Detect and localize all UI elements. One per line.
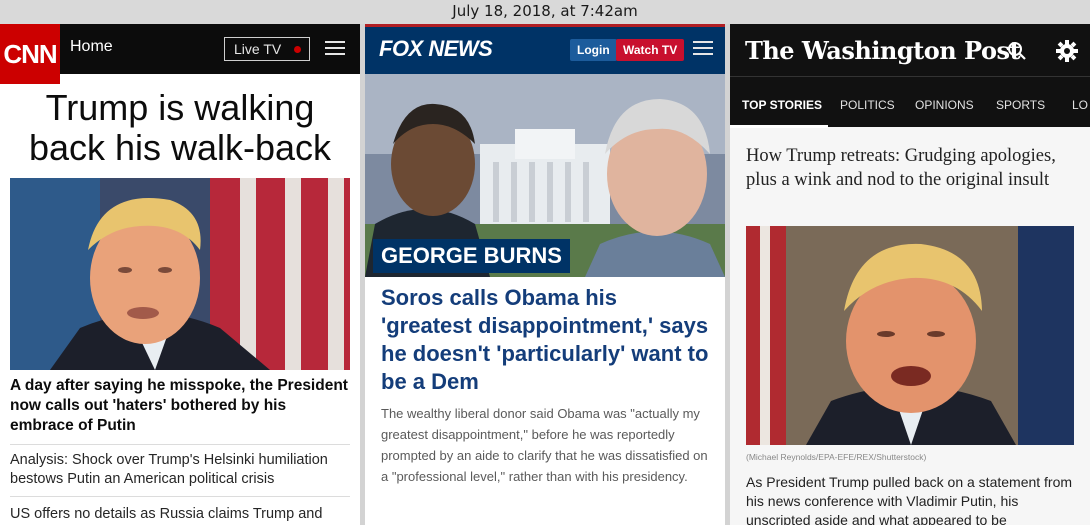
- tab-opinions[interactable]: OPINIONS: [915, 98, 974, 112]
- divider: [10, 496, 350, 497]
- wapo-story-image[interactable]: [746, 226, 1074, 445]
- fox-headline[interactable]: Soros calls Obama his 'greatest disappoi…: [381, 284, 711, 396]
- tab-top-stories[interactable]: TOP STORIES: [742, 98, 822, 112]
- screenshot-timestamp: July 18, 2018, at 7:42am: [0, 0, 1090, 24]
- photo-credit: (Michael Reynolds/EPA-EFE/REX/Shuttersto…: [746, 452, 927, 462]
- menu-icon[interactable]: [325, 41, 345, 57]
- cnn-live-tv-label: Live TV: [234, 41, 282, 57]
- cnn-live-tv-button[interactable]: Live TV: [224, 37, 310, 61]
- tab-sports[interactable]: SPORTS: [996, 98, 1045, 112]
- cnn-home-link[interactable]: Home: [70, 38, 113, 56]
- trump-photo: [10, 178, 350, 370]
- wapo-summary: As President Trump pulled back on a stat…: [746, 474, 1073, 525]
- cnn-story-image[interactable]: [10, 178, 350, 370]
- cnn-logo[interactable]: CNN: [0, 24, 60, 84]
- divider: [10, 444, 350, 445]
- fox-panel: FOX NEWS Login Watch TV GEORGE BURNS Sor…: [365, 24, 725, 525]
- wapo-section-tabs: TOP STORIES POLITICS OPINIONS SPORTS LO: [730, 76, 1090, 128]
- live-dot-icon: [294, 46, 301, 53]
- login-button[interactable]: Login: [570, 39, 617, 61]
- fox-header: FOX NEWS Login Watch TV: [365, 24, 725, 74]
- tab-politics[interactable]: POLITICS: [840, 98, 895, 112]
- cnn-main-title[interactable]: Trump is walking back his walk-back: [10, 87, 350, 169]
- menu-icon[interactable]: [693, 41, 713, 57]
- cnn-lead-headline[interactable]: A day after saying he misspoke, the Pres…: [10, 376, 350, 436]
- tab-local[interactable]: LO: [1072, 98, 1088, 112]
- fox-summary: The wealthy liberal donor said Obama was…: [381, 406, 708, 484]
- cnn-story-link[interactable]: Analysis: Shock over Trump's Helsinki hu…: [10, 451, 350, 489]
- gear-icon[interactable]: [1056, 40, 1078, 62]
- cnn-story-link[interactable]: US offers no details as Russia claims Tr…: [10, 505, 350, 524]
- active-tab-indicator: [730, 125, 828, 128]
- wapo-header: The Washington Post: [730, 24, 1090, 76]
- wapo-logo[interactable]: The Washington Post: [745, 36, 1021, 65]
- image-tag: GEORGE BURNS: [373, 239, 570, 273]
- watch-tv-button[interactable]: Watch TV: [616, 39, 685, 61]
- trump-photo: [746, 226, 1074, 445]
- search-icon[interactable]: [1007, 41, 1027, 61]
- cnn-panel: Home Live TV CNN Trump is walking back h…: [0, 24, 360, 525]
- wapo-panel: The Washington Post TOP STORIES POLITICS…: [730, 24, 1090, 525]
- wapo-headline[interactable]: How Trump retreats: Grudging apologies, …: [746, 144, 1076, 192]
- fox-logo[interactable]: FOX NEWS: [379, 36, 493, 62]
